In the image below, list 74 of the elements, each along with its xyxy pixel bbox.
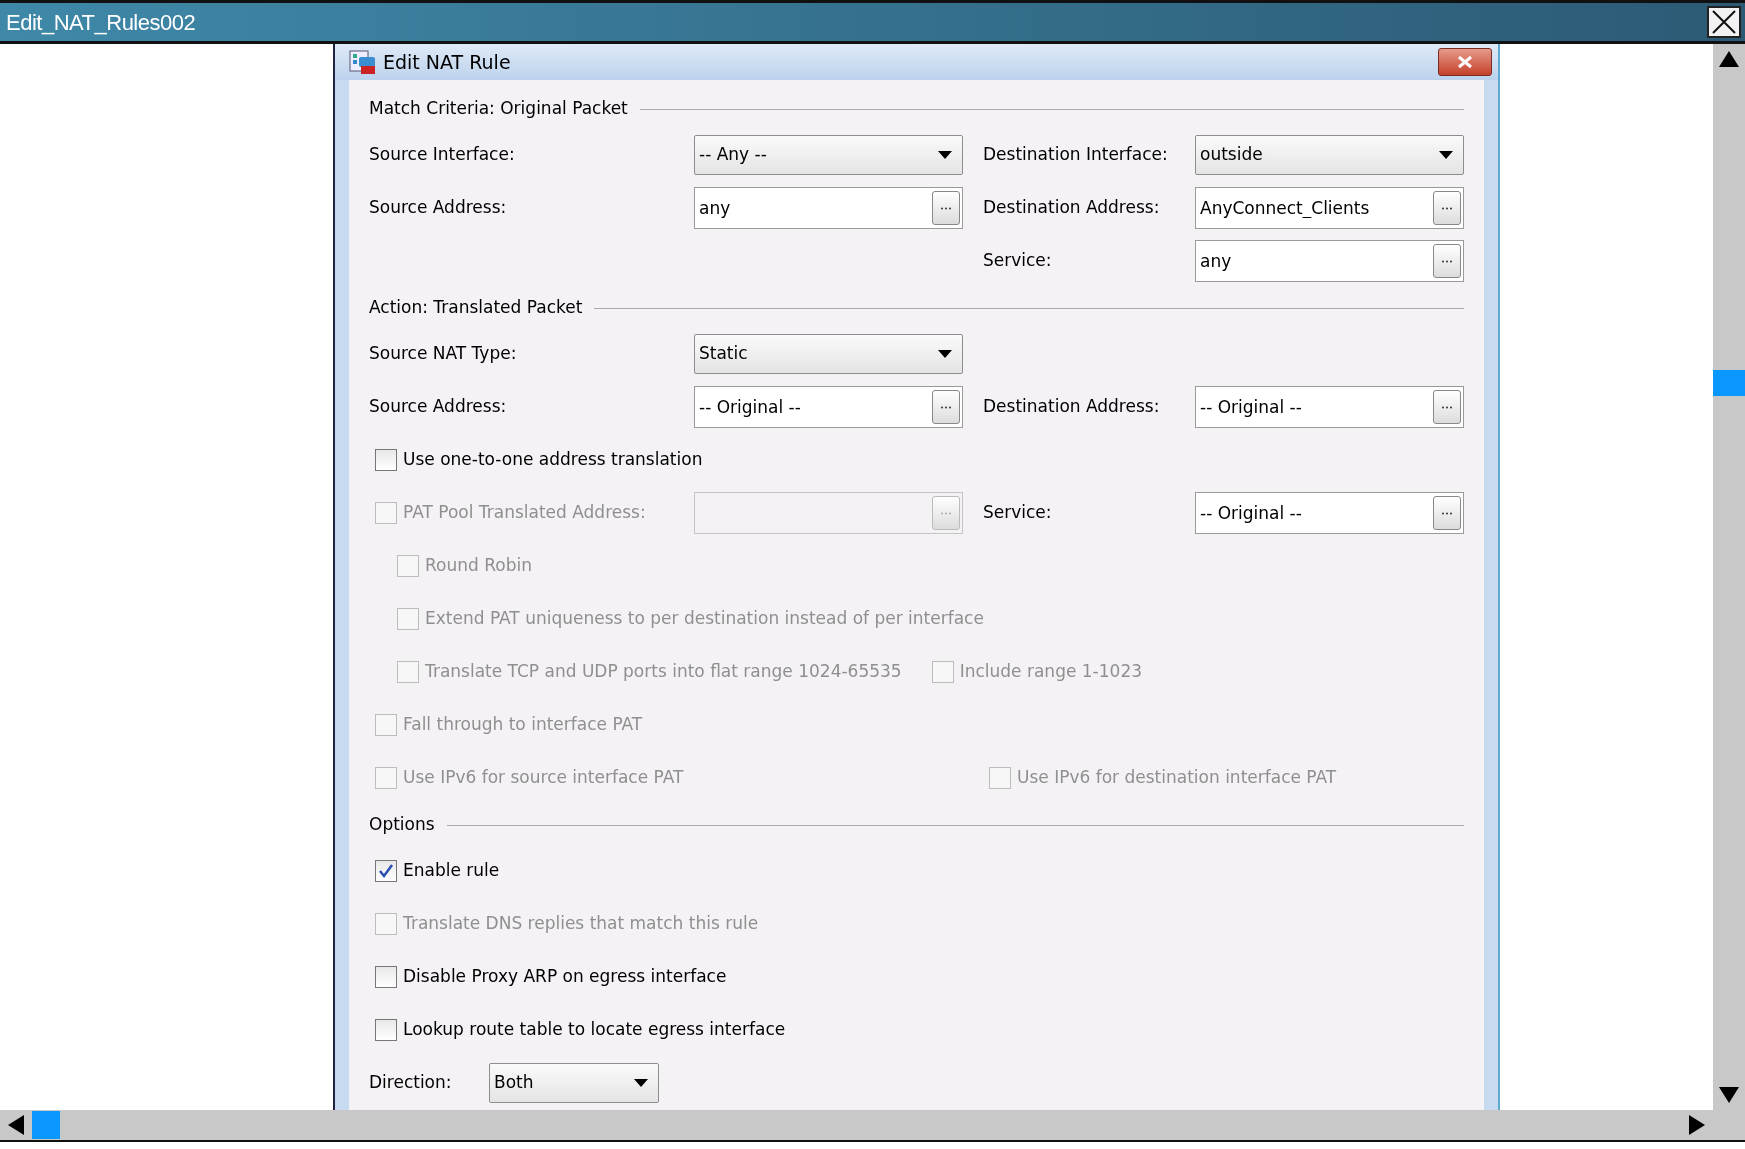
dropdown[interactable]: Static xyxy=(694,334,963,374)
ellipsis-icon xyxy=(940,511,952,515)
checkbox-label: Extend PAT uniqueness to per destination instead of per interface xyxy=(425,607,984,631)
checkbox-label: Enable rule xyxy=(403,859,500,883)
checkbox-label: Lookup route table to locate egress interface xyxy=(403,1018,786,1042)
network-icon xyxy=(349,49,377,75)
field-label: Service: xyxy=(982,249,1053,273)
checkbox-label: Include range 1-1023 xyxy=(959,660,1142,684)
browse-button[interactable] xyxy=(1433,496,1461,530)
section-title: Options xyxy=(369,813,435,837)
field-label: Service: xyxy=(982,501,1053,525)
browse-button[interactable] xyxy=(932,390,960,424)
scrollbar-thumb[interactable] xyxy=(1713,370,1745,396)
field-label: Source NAT Type: xyxy=(369,342,518,366)
ellipsis-icon xyxy=(1441,206,1453,210)
caret-icon xyxy=(938,151,952,159)
browse-button[interactable] xyxy=(1433,244,1461,278)
browse-button[interactable] xyxy=(932,191,960,225)
triangle-right-icon xyxy=(1687,1114,1707,1136)
checkbox-label: Disable Proxy ARP on egress interface xyxy=(403,965,727,989)
window-close-button[interactable] xyxy=(1707,6,1741,38)
ellipsis-icon xyxy=(1441,511,1453,515)
dialog-title: Edit NAT Rule xyxy=(383,49,511,75)
checkbox[interactable] xyxy=(375,449,397,471)
browse-button[interactable] xyxy=(932,496,960,530)
section-title: Match Criteria: Original Packet xyxy=(369,97,628,121)
checkbox-label: Use IPv6 for source interface PAT xyxy=(403,766,684,790)
field-label: Source Interface: xyxy=(369,143,516,167)
triangle-left-icon xyxy=(6,1114,26,1136)
input-field[interactable]: -- Original -- xyxy=(1195,492,1464,534)
dropdown[interactable]: -- Any -- xyxy=(694,135,963,175)
ellipsis-icon xyxy=(940,405,952,409)
close-icon xyxy=(1711,9,1737,35)
checkbox-label: Fall through to interface PAT xyxy=(403,713,643,737)
horizontal-scrollbar[interactable] xyxy=(0,1110,1745,1140)
triangle-up-icon xyxy=(1718,49,1740,69)
ellipsis-icon xyxy=(1441,405,1453,409)
triangle-down-icon xyxy=(1718,1085,1740,1105)
checkbox-label: Use IPv6 for destination interface PAT xyxy=(1017,766,1337,790)
input-field[interactable]: any xyxy=(694,187,963,229)
caret-icon xyxy=(938,350,952,358)
caret-icon xyxy=(1439,151,1453,159)
scrollbar-thumb[interactable] xyxy=(32,1111,60,1139)
dialog-close-button[interactable] xyxy=(1438,48,1492,76)
field-label: Destination Interface: xyxy=(982,143,1169,167)
checkbox[interactable] xyxy=(375,1019,397,1041)
checkbox[interactable] xyxy=(375,860,397,882)
field-label: Source Address: xyxy=(369,395,508,419)
input-field[interactable]: any xyxy=(1195,240,1464,282)
vertical-scrollbar[interactable] xyxy=(1713,44,1745,1110)
field-label: Source Address: xyxy=(369,196,508,220)
input-field[interactable]: -- Original -- xyxy=(694,386,963,428)
checkbox-label: PAT Pool Translated Address: xyxy=(403,501,646,525)
input-field[interactable]: -- Original -- xyxy=(1195,386,1464,428)
close-icon xyxy=(1456,55,1474,69)
field-label: Destination Address: xyxy=(982,395,1161,419)
checkbox[interactable] xyxy=(375,966,397,988)
field-label: Destination Address: xyxy=(982,196,1161,220)
checkbox-label: Translate TCP and UDP ports into flat range 1024-65535 xyxy=(425,660,902,684)
browse-button[interactable] xyxy=(1433,191,1461,225)
section-title: Action: Translated Packet xyxy=(369,296,583,320)
check-icon xyxy=(378,863,394,879)
field-label: Direction: xyxy=(369,1071,453,1095)
window-title: Edit_NAT_Rules002 xyxy=(6,8,196,37)
checkbox-label: Round Robin xyxy=(425,554,532,578)
checkbox-label: Translate DNS replies that match this rule xyxy=(403,912,759,936)
ellipsis-icon xyxy=(940,206,952,210)
caret-icon xyxy=(634,1079,648,1087)
browse-button[interactable] xyxy=(1433,390,1461,424)
input-field[interactable]: AnyConnect_Clients xyxy=(1195,187,1464,229)
dropdown[interactable]: Both xyxy=(489,1063,659,1103)
dropdown[interactable]: outside xyxy=(1195,135,1464,175)
checkbox-label: Use one-to-one address translation xyxy=(403,448,703,472)
ellipsis-icon xyxy=(1441,259,1453,263)
